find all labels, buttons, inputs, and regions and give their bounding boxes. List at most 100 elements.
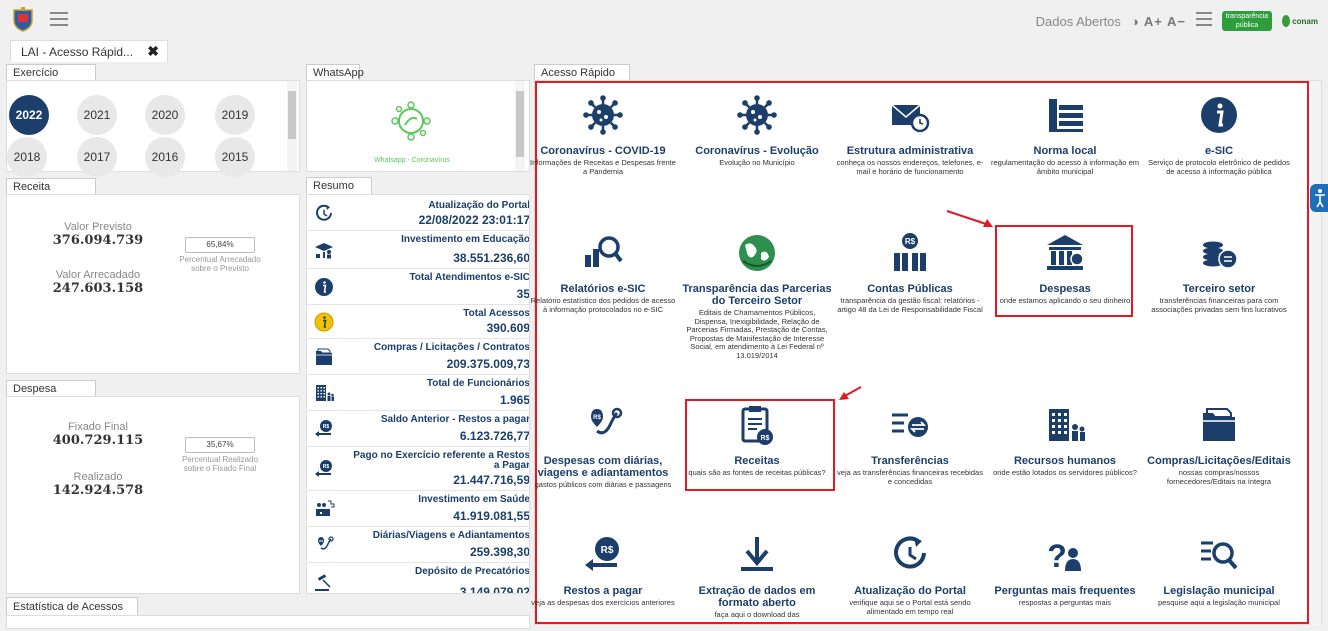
- svg-text:R$: R$: [593, 415, 601, 421]
- quick-access-title: Despesas com diárias, viagens e adiantam…: [537, 455, 669, 479]
- quick-access-item[interactable]: Compras/Licitações/Editais nossas compras…: [1144, 403, 1294, 486]
- accessibility-icon: [1315, 189, 1325, 208]
- resumo-row-label: Total Atendimentos e-SIC: [409, 272, 530, 283]
- resumo-row[interactable]: Investimento em Educação 38.551.236,60: [307, 231, 530, 269]
- year-2018-button[interactable]: 2018: [7, 137, 47, 177]
- clock-refresh-icon: [313, 203, 335, 225]
- resumo-row[interactable]: Atualização do Portal 22/08/2022 23:01:17: [307, 197, 530, 231]
- resumo-row-label: Saldo Anterior - Restos a pagar: [380, 414, 530, 425]
- tab-label: LAI - Acesso Rápid...: [21, 45, 134, 59]
- conam-logo-mark-icon: [1282, 15, 1291, 27]
- svg-text:R$: R$: [319, 539, 323, 543]
- quick-access-description: onde estão lotados os servidores público…: [993, 468, 1137, 477]
- valor-arrecadado-value: 247.603.158: [52, 281, 144, 296]
- quick-access-item[interactable]: Terceiro setor transferências financeiras…: [1144, 231, 1294, 314]
- valor-previsto-label: Valor Previsto: [64, 221, 132, 233]
- quick-access-title: Transferências: [871, 455, 949, 467]
- receita-panel: Valor Previsto 376.094.739 65,84% Percen…: [6, 194, 300, 374]
- money-arrow-icon: R$: [313, 418, 335, 440]
- year-2020-button[interactable]: 2020: [145, 95, 185, 135]
- top-right-toolbar: Dados Abertos ◑ A+ A− transparência públ…: [1036, 8, 1318, 34]
- menu-toggle-icon[interactable]: [50, 12, 68, 26]
- quick-access-item[interactable]: Estrutura administrativa conheça os nosso…: [835, 93, 985, 176]
- municipal-crest-icon[interactable]: [12, 6, 34, 32]
- year-2015-button[interactable]: 2015: [215, 137, 255, 177]
- year-2022-button[interactable]: 2022: [9, 95, 49, 135]
- accessibility-side-button[interactable]: [1310, 184, 1328, 212]
- year-2019-button[interactable]: 2019: [215, 95, 255, 135]
- quick-access-item[interactable]: Legislação municipal pesquise aqui a legi…: [1144, 533, 1294, 608]
- resumo-row[interactable]: R$ Diárias/Viagens e Adiantamentos 259.398…: [307, 527, 530, 563]
- resumo-row[interactable]: Total Atendimentos e-SIC 35: [307, 269, 530, 305]
- receita-panel-title: Receita: [6, 178, 96, 195]
- quick-access-description: pesquise aqui a legislação municipal: [1158, 598, 1280, 607]
- quick-access-title: Legislação municipal: [1163, 585, 1275, 597]
- resumo-row[interactable]: R$ Saldo Anterior - Restos a pagar 6.123.7…: [307, 411, 530, 447]
- gavel-icon: [313, 572, 335, 593]
- quick-access-item[interactable]: Transferências veja as transferências fin…: [835, 403, 985, 486]
- svg-text:R$: R$: [323, 464, 330, 470]
- realizado-label: Realizado: [73, 471, 123, 483]
- resumo-row[interactable]: Total Acessos 390.609: [307, 305, 529, 339]
- resumo-row[interactable]: Total de Funcionários 1.965: [307, 375, 529, 411]
- acesso-rapido-scrollbar[interactable]: [1311, 81, 1321, 626]
- quick-access-item[interactable]: e-SIC Serviço de protocolo eletrônico de …: [1144, 93, 1294, 176]
- quick-access-description: respostas a perguntas mais: [1018, 598, 1112, 607]
- exercicio-panel: 2022 2021 2020 2019 2018 2017 2016 2015: [6, 80, 300, 177]
- exercicio-scrollbar[interactable]: [287, 81, 297, 171]
- quick-access-title: Restos a pagar: [563, 585, 643, 597]
- quick-access-item[interactable]: Transparência das Parcerias do Terceiro …: [682, 231, 832, 360]
- transfer-icon: [888, 403, 932, 447]
- conam-logo[interactable]: conam: [1282, 11, 1318, 31]
- quick-access-item[interactable]: Recursos humanos onde estão lotados os se…: [990, 403, 1140, 478]
- close-tab-icon[interactable]: ✖: [147, 43, 159, 60]
- resumo-row[interactable]: Depósito de Precatórios 3.149.079,02: [307, 563, 529, 593]
- year-2016-button[interactable]: 2016: [145, 137, 185, 177]
- quick-access-item[interactable]: Extração de dados em formato aberto faça …: [682, 533, 832, 620]
- quick-access-title: Relatórios e-SIC: [560, 283, 646, 295]
- quick-access-description: conheça os nossos endereços, telefones, …: [836, 158, 984, 176]
- quick-access-item[interactable]: Norma local regulamentação do acesso à in…: [990, 93, 1140, 176]
- quick-access-description: Evolução no Município: [719, 158, 795, 167]
- quick-access-item[interactable]: Relatórios e-SIC Relatório estatístico do…: [528, 231, 678, 314]
- route-icon: R$: [313, 534, 335, 556]
- tab-lai-acesso-rapido[interactable]: LAI - Acesso Rápid... ✖: [10, 40, 168, 62]
- quick-access-item[interactable]: Atualização do Portal verifique aqui se o…: [835, 533, 985, 616]
- menu-icon[interactable]: [1196, 12, 1212, 30]
- whatsapp-virus-icon[interactable]: [391, 101, 431, 141]
- receita-percent-label: Percentual Arrecadado sobre o Previsto: [179, 255, 261, 273]
- chart-search-icon: [581, 231, 625, 275]
- quick-access-item[interactable]: R$ Despesas com diárias, viagens e adiant…: [528, 403, 678, 490]
- dados-abertos-link[interactable]: Dados Abertos: [1036, 14, 1121, 29]
- scrollbar-thumb[interactable]: [516, 91, 524, 157]
- quick-access-title: Recursos humanos: [1013, 455, 1117, 467]
- resumo-row-value: 6.123.726,77: [459, 429, 530, 443]
- quick-access-item[interactable]: R$ Contas Públicas transparência da gestão…: [835, 231, 985, 314]
- resumo-row-value: 21.447.716,59: [453, 473, 530, 487]
- resumo-row-value: 209.375.009,73: [446, 357, 530, 371]
- quick-access-item[interactable]: Coronavírus - Evolução Evolução no Municí…: [682, 93, 832, 168]
- resumo-row-value: 259.398,30: [469, 545, 530, 559]
- year-2021-button[interactable]: 2021: [77, 95, 117, 135]
- quick-access-item[interactable]: Coronavírus - COVID-19 Informações de Rec…: [528, 93, 678, 176]
- quick-access-title: Coronavírus - COVID-19: [540, 145, 666, 157]
- quick-access-item[interactable]: ? Perguntas mais frequentes respostas a pe…: [990, 533, 1140, 608]
- year-2017-button[interactable]: 2017: [77, 137, 117, 177]
- resumo-row[interactable]: Compras / Licitações / Contratos 209.375.…: [307, 339, 530, 375]
- quick-access-item[interactable]: R$ Restos a pagar veja as despesas dos exe…: [528, 533, 678, 608]
- fixado-final-value: 400.729.115: [52, 433, 144, 448]
- quick-access-title: Extração de dados em formato aberto: [698, 585, 816, 609]
- money-arrow-icon: R$: [581, 533, 625, 577]
- resumo-row-label: Investimento em Educação: [401, 234, 530, 245]
- resumo-row[interactable]: Investimento em Saúde 41.919.081,55: [307, 491, 529, 527]
- whatsapp-scrollbar[interactable]: [515, 81, 525, 171]
- whatsapp-caption[interactable]: Whatsapp - Coronavírus: [307, 157, 517, 164]
- quick-access-title: Perguntas mais frequentes: [994, 585, 1136, 597]
- quick-access-description: gastos públicos com diárias e passagens: [534, 480, 672, 489]
- scrollbar-thumb[interactable]: [288, 91, 296, 139]
- transparencia-publica-logo[interactable]: transparência pública: [1222, 11, 1272, 31]
- resumo-row-label: Pago no Exercício referente a Restos a P…: [353, 450, 530, 471]
- resumo-row-label: Atualização do Portal: [428, 200, 530, 211]
- resumo-row[interactable]: R$ Pago no Exercício referente a Restos a…: [307, 447, 530, 491]
- accessibility-controls[interactable]: ◑ A+ A−: [1131, 14, 1186, 29]
